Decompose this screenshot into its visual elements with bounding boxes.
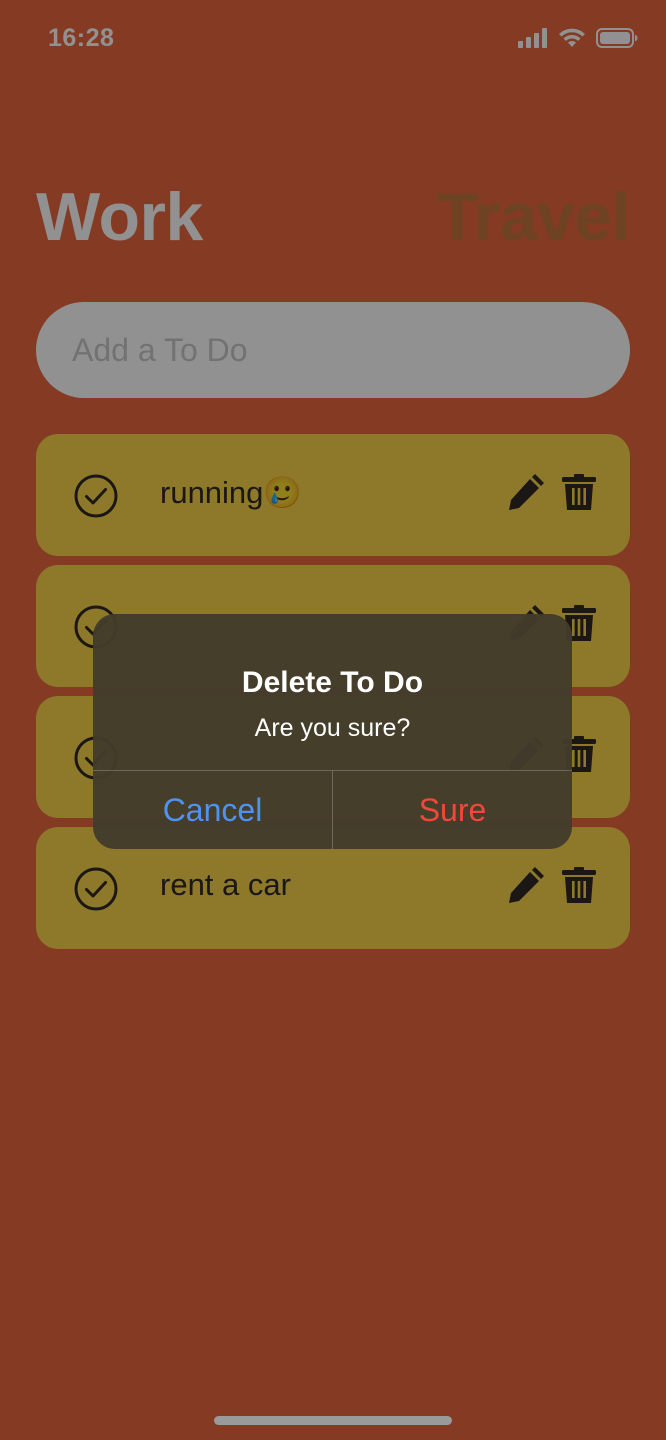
sure-button[interactable]: Sure xyxy=(333,771,572,849)
delete-confirm-alert: Delete To Do Are you sure? Cancel Sure xyxy=(93,614,572,849)
alert-message: Are you sure? xyxy=(254,714,411,742)
cancel-button[interactable]: Cancel xyxy=(93,771,332,849)
home-indicator[interactable] xyxy=(214,1416,452,1425)
alert-title: Delete To Do xyxy=(241,666,424,699)
